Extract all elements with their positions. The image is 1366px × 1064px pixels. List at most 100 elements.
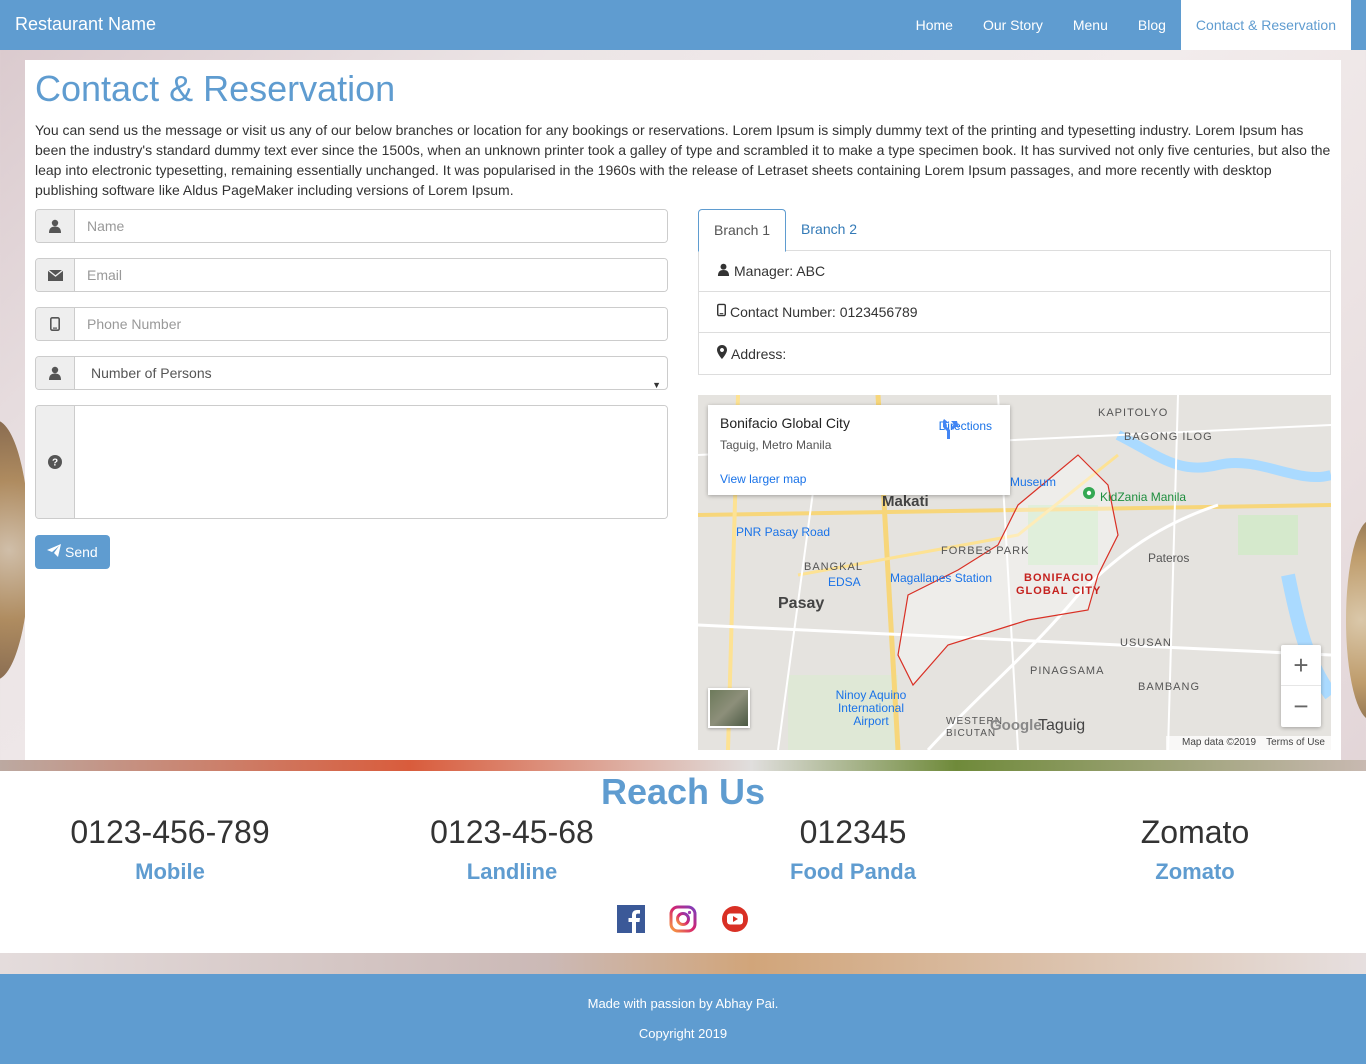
tab-branch-2[interactable]: Branch 2 <box>786 209 872 251</box>
user-icon <box>36 210 75 242</box>
reach-landline: 0123-45-68 Landline <box>362 814 662 885</box>
map-attribution: Map data ©2019 Terms of Use <box>1166 736 1331 750</box>
tab-branch-1[interactable]: Branch 1 <box>698 209 787 252</box>
map-label-kapitolyo: KAPITOLYO <box>1098 407 1169 419</box>
reach-us-title: Reach Us <box>600 771 766 812</box>
address-item: Address: <box>699 333 1330 374</box>
email-input-group <box>35 258 668 292</box>
map-label-makati: Makati <box>882 493 929 510</box>
reservation-form: Number of Persons ▼ ? Send <box>35 209 668 569</box>
name-input[interactable] <box>75 210 667 242</box>
contact-number-text: Contact Number: 0123456789 <box>730 304 918 320</box>
map-label-ususan: USUSAN <box>1120 637 1172 649</box>
view-larger-map-link[interactable]: View larger map <box>720 472 806 486</box>
address-text: Address: <box>731 345 787 362</box>
send-label: Send <box>65 544 98 560</box>
message-input-group: ? <box>35 405 668 519</box>
map-label-museum: Museum <box>1010 475 1057 489</box>
nav-item-menu[interactable]: Menu <box>1058 0 1123 50</box>
reach-landline-label: Landline <box>466 859 558 884</box>
map-label-edsa: EDSA <box>828 575 861 589</box>
map-label-forbes: FORBES PARK <box>941 545 1030 557</box>
nav-item-home[interactable]: Home <box>901 0 968 50</box>
map-label-taguig: Taguig <box>1038 717 1086 734</box>
intro-text: You can send us the message or visit us … <box>35 122 1331 198</box>
map-label-bgc: BONIFACIO <box>1024 572 1095 584</box>
persons-select[interactable]: Number of Persons ▼ <box>75 357 667 389</box>
svg-text:?: ? <box>52 458 58 469</box>
nav-item-blog[interactable]: Blog <box>1123 0 1181 50</box>
message-textarea[interactable] <box>75 406 667 518</box>
manager-item: Manager: ABC <box>699 251 1330 292</box>
map-label-naia: Ninoy Aquino International Airport <box>835 688 907 728</box>
footer-copyright: Copyright 2019 <box>638 1026 728 1041</box>
facebook-icon[interactable] <box>617 905 645 933</box>
reach-mobile: 0123-456-789 Mobile <box>20 814 320 885</box>
map-marker-icon <box>717 334 727 374</box>
map-label-pnr: PNR Pasay Road <box>736 525 831 539</box>
reach-landline-value: 0123-45-68 <box>430 814 594 850</box>
terms-of-use-link[interactable]: Terms of Use <box>1266 737 1325 748</box>
satellite-toggle-thumbnail[interactable] <box>708 688 750 728</box>
question-circle-icon: ? <box>36 406 75 518</box>
contact-card: Contact & Reservation You can send us th… <box>25 60 1341 760</box>
zoom-out-button[interactable]: − <box>1281 686 1321 727</box>
map-label-pasay: Pasay <box>778 595 825 612</box>
contact-number-item: Contact Number: 0123456789 <box>699 292 1330 333</box>
name-input-group <box>35 209 668 243</box>
user-icon <box>717 251 730 291</box>
reach-food-panda: 012345 Food Panda <box>703 814 1003 885</box>
map-label-bagong-ilog: BAGONG ILOG <box>1124 431 1213 443</box>
nav-item-our-story[interactable]: Our Story <box>968 0 1058 50</box>
reach-mobile-value: 0123-456-789 <box>70 814 270 850</box>
reach-zomato-value: Zomato <box>1140 814 1250 850</box>
nav-item-contact-reservation[interactable]: Contact & Reservation <box>1180 0 1351 50</box>
embedded-map[interactable]: Makati Pasay BONIFACIO GLOBAL CITY KidZa… <box>698 395 1331 750</box>
send-button[interactable]: Send <box>35 535 110 569</box>
zoom-in-button[interactable]: + <box>1281 645 1321 686</box>
brand-link[interactable]: Restaurant Name <box>15 14 156 35</box>
reach-mobile-label: Mobile <box>135 859 205 884</box>
reach-zomato: Zomato Zomato <box>1045 814 1345 885</box>
map-label-bgc-2: GLOBAL CITY <box>1016 585 1102 597</box>
persons-select-group: Number of Persons ▼ <box>35 356 668 390</box>
map-place-subtitle: Taguig, Metro Manila <box>720 438 832 452</box>
phone-input-group <box>35 307 668 341</box>
reach-food-panda-value: 012345 <box>799 814 907 850</box>
background-food-right <box>1346 520 1366 720</box>
map-label-pateros: Pateros <box>1148 551 1190 565</box>
map-zoom-controls: + − <box>1281 645 1321 727</box>
youtube-icon[interactable] <box>721 905 749 933</box>
phone-icon <box>717 292 726 332</box>
map-place-name: Bonifacio Global City <box>720 415 850 431</box>
email-input[interactable] <box>75 259 667 291</box>
map-place-card: Bonifacio Global City Taguig, Metro Mani… <box>708 405 1010 495</box>
map-label-bangkal: BANGKAL <box>804 561 863 573</box>
branch-panel: Branch 1 Branch 2 Manager: ABC Contact N… <box>698 209 1331 375</box>
instagram-icon[interactable] <box>669 905 697 933</box>
envelope-icon <box>36 259 75 291</box>
navbar: Restaurant Name Home Our Story Menu Blog… <box>0 0 1366 50</box>
manager-text: Manager: ABC <box>734 263 826 279</box>
user-icon <box>36 357 75 389</box>
map-label-bambang: BAMBANG <box>1138 681 1201 693</box>
persons-select-value: Number of Persons <box>91 365 212 381</box>
map-label-kidzania: KidZania Manila <box>1100 490 1187 504</box>
branch-tabs: Branch 1 Branch 2 <box>698 209 1331 252</box>
google-logo: Google <box>990 717 1042 734</box>
footer-credit: Made with passion by Abhay Pai. <box>587 996 779 1011</box>
phone-input[interactable] <box>75 308 667 340</box>
background-food-strip-lower <box>0 952 1366 974</box>
map-data-text: Map data ©2019 <box>1182 737 1257 748</box>
chevron-down-icon: ▼ <box>652 380 661 390</box>
social-links <box>0 905 1366 933</box>
footer: Made with passion by Abhay Pai. Copyrigh… <box>0 974 1366 1064</box>
page-title: Contact & Reservation <box>35 68 396 109</box>
reach-us-section: Reach Us 0123-456-789 Mobile 0123-45-68 … <box>0 771 1366 953</box>
map-label-pinagsama: PINAGSAMA <box>1030 665 1105 677</box>
paper-plane-icon <box>47 544 61 560</box>
map-label-magallanes: Magallanes Station <box>890 571 993 585</box>
phone-icon <box>36 308 75 340</box>
reach-zomato-label: Zomato <box>1155 859 1235 884</box>
directions-button[interactable]: Directions <box>939 419 992 439</box>
